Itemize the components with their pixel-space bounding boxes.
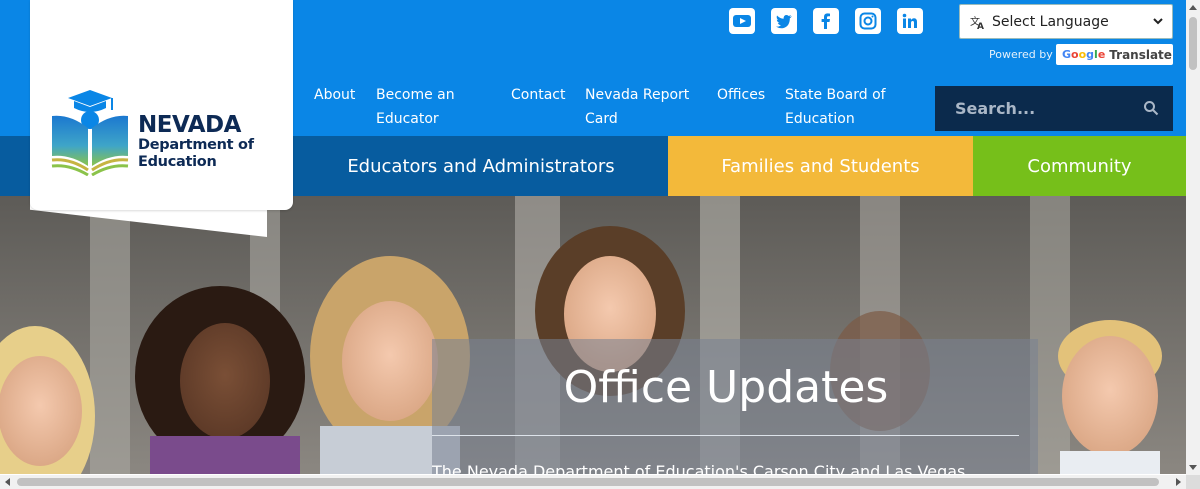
nav-report-card-line1[interactable]: Nevada Report bbox=[585, 83, 689, 107]
hero-banner bbox=[0, 196, 1186, 474]
nav-contact[interactable]: Contact bbox=[511, 83, 565, 107]
tab-families-students[interactable]: Families and Students bbox=[668, 136, 973, 196]
scroll-right-arrow-icon[interactable] bbox=[1176, 478, 1181, 486]
search-input[interactable] bbox=[955, 99, 1135, 118]
site-logo[interactable]: NEVADA Department of Education bbox=[30, 0, 293, 210]
logo-book-icon bbox=[51, 90, 129, 176]
nav-report-card-line2[interactable]: Card bbox=[585, 107, 618, 131]
logo-subtitle-line1: Department of bbox=[138, 137, 254, 153]
vertical-scrollbar[interactable] bbox=[1186, 0, 1200, 475]
hero-divider bbox=[432, 435, 1019, 436]
tab-educators-administrators[interactable]: Educators and Administrators bbox=[294, 136, 668, 196]
hero-title: Office Updates bbox=[563, 362, 889, 413]
google-logo: Google bbox=[1062, 48, 1105, 61]
nav-become-educator-line2[interactable]: Educator bbox=[376, 107, 439, 131]
google-letter: o bbox=[1071, 48, 1079, 61]
vertical-scroll-thumb[interactable] bbox=[1189, 17, 1197, 70]
logo-subtitle-line2: Education bbox=[138, 154, 217, 170]
svg-text:A: A bbox=[977, 22, 984, 30]
youtube-icon[interactable] bbox=[729, 8, 755, 34]
hero-description: The Nevada Department of Education's Car… bbox=[432, 462, 966, 475]
nav-become-educator-line1[interactable]: Become an bbox=[376, 83, 455, 107]
instagram-icon[interactable] bbox=[855, 8, 881, 34]
search-icon[interactable] bbox=[1143, 100, 1159, 116]
nav-state-board-line2[interactable]: Education bbox=[785, 107, 855, 131]
horizontal-scroll-thumb[interactable] bbox=[17, 478, 1159, 486]
linkedin-icon[interactable] bbox=[897, 8, 923, 34]
nav-state-board-line1[interactable]: State Board of bbox=[785, 83, 886, 107]
translate-word: Translate bbox=[1109, 47, 1172, 62]
horizontal-scrollbar[interactable] bbox=[0, 475, 1200, 489]
tab-community[interactable]: Community bbox=[973, 136, 1186, 196]
scroll-left-arrow-icon[interactable] bbox=[5, 478, 10, 486]
language-select-label: Select Language bbox=[992, 13, 1109, 30]
translate-icon: 文A bbox=[970, 15, 984, 30]
scrollbar-corner bbox=[1186, 475, 1200, 489]
nav-about[interactable]: About bbox=[314, 83, 355, 107]
search-box bbox=[935, 86, 1173, 131]
twitter-icon[interactable] bbox=[771, 8, 797, 34]
chevron-down-icon bbox=[1153, 18, 1163, 25]
facebook-icon[interactable] bbox=[813, 8, 839, 34]
nav-offices[interactable]: Offices bbox=[717, 83, 765, 107]
powered-by-label: Powered by bbox=[989, 48, 1053, 61]
google-letter: g bbox=[1086, 48, 1095, 61]
google-translate-link[interactable]: Google Translate bbox=[1056, 44, 1173, 65]
language-select[interactable]: 文A Select Language bbox=[959, 4, 1173, 39]
social-links bbox=[729, 8, 923, 34]
google-letter: G bbox=[1062, 48, 1072, 61]
scroll-down-arrow-icon[interactable] bbox=[1189, 465, 1197, 470]
google-letter: e bbox=[1097, 48, 1106, 61]
scroll-up-arrow-icon[interactable] bbox=[1189, 5, 1197, 10]
logo-title: NEVADA bbox=[138, 112, 241, 138]
